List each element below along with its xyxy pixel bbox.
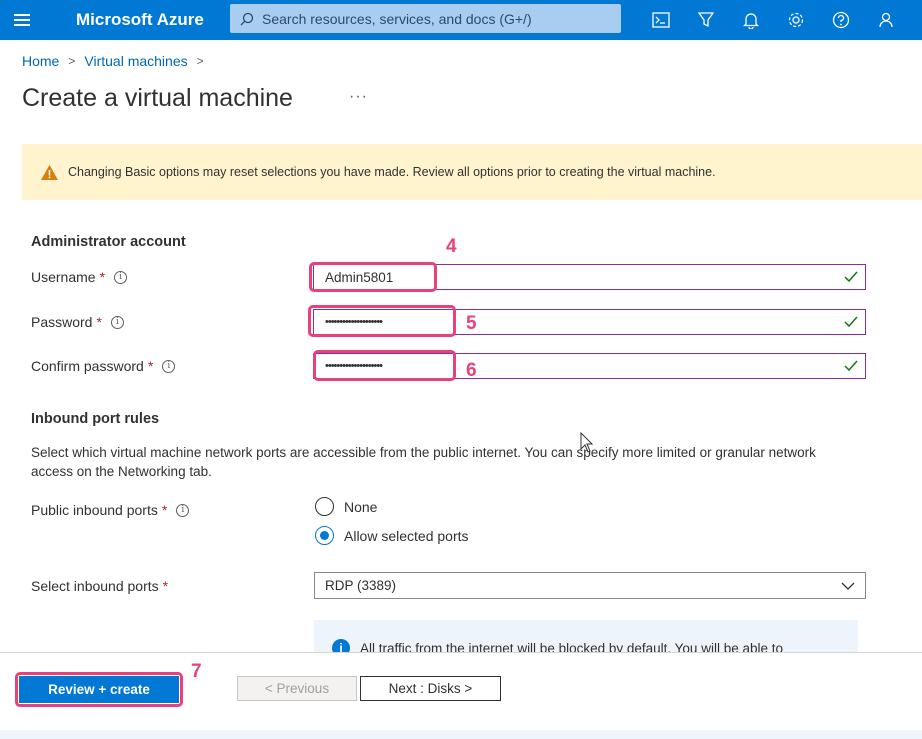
feedback-icon[interactable] [874,8,898,32]
radio-label: Allow selected ports [344,527,469,544]
next-disks-button[interactable]: Next : Disks > [360,676,501,701]
warning-banner: Changing Basic options may reset selecti… [22,144,922,200]
select-inbound-ports-dropdown[interactable]: RDP (3389) [314,572,866,599]
select-inbound-ports-label: Select inbound ports * [31,578,168,594]
directory-filter-icon[interactable] [694,8,718,32]
annotation-highlight-username [309,262,437,292]
previous-button: < Previous [237,676,357,701]
radio-button[interactable] [315,497,334,516]
info-icon[interactable]: i [176,503,190,517]
gear-icon[interactable] [784,8,808,32]
inbound-section-title: Inbound port rules [31,411,160,427]
radio-label: None [344,498,378,515]
annotation-number-4: 4 [446,236,457,257]
required-mark: * [161,502,168,518]
inbound-description: Select which virtual machine network por… [31,445,816,479]
info-icon[interactable]: i [114,270,128,284]
username-label: Username * i [31,269,128,285]
radio-option-none[interactable]: None [315,497,377,516]
page-title: Create a virtual machine [22,84,293,112]
brand-title[interactable]: Microsoft Azure [76,10,204,30]
mouse-cursor-icon [580,432,594,453]
annotation-number-5: 5 [466,313,477,334]
breadcrumb: Home > Virtual machines > [22,53,213,69]
help-icon[interactable] [829,8,853,32]
chevron-down-icon [841,582,855,590]
search-placeholder: Search resources, services, and docs (G+… [262,10,532,27]
warning-icon [41,164,58,180]
annotation-highlight-password [308,305,456,337]
password-label: Password * i [31,314,124,330]
required-mark: * [99,269,106,285]
bell-icon[interactable] [739,8,763,32]
confirm-password-label: Confirm password * i [31,358,176,374]
required-mark: * [162,578,169,594]
public-inbound-ports-label-text: Public inbound ports [31,502,158,518]
chevron-right-icon: > [196,54,204,68]
required-mark: * [147,358,154,374]
annotation-number-7: 7 [191,661,202,682]
admin-section-title: Administrator account [31,234,186,250]
check-icon [844,271,858,283]
confirm-password-label-text: Confirm password [31,358,144,374]
bottom-strip [0,730,922,739]
public-inbound-ports-label: Public inbound ports * i [31,502,190,518]
breadcrumb-virtual-machines[interactable]: Virtual machines [84,53,187,69]
more-options-icon[interactable]: ··· [349,88,368,106]
search-input[interactable]: Search resources, services, and docs (G+… [230,4,621,33]
selected-value: RDP (3389) [325,578,397,593]
annotation-number-6: 6 [466,360,477,381]
info-message: i All traffic from the internet will be … [314,620,858,656]
radio-option-allow-selected[interactable]: Allow selected ports [315,526,469,545]
annotation-highlight-review [15,672,183,707]
password-label-text: Password [31,314,93,330]
required-mark: * [96,314,102,330]
check-icon [844,316,858,328]
select-inbound-ports-label-text: Select inbound ports [31,578,159,594]
top-bar: Microsoft Azure Search resources, servic… [0,0,922,40]
check-icon [844,360,858,372]
radio-button-selected[interactable] [315,526,334,545]
chevron-right-icon: > [68,54,76,68]
annotation-highlight-confirm [313,350,456,381]
cloud-shell-icon[interactable] [649,8,673,32]
menu-icon[interactable] [14,11,36,29]
warning-text: Changing Basic options may reset selecti… [68,165,716,179]
search-icon [240,12,254,25]
username-label-text: Username [31,269,96,285]
info-icon[interactable]: i [110,315,124,329]
info-icon[interactable]: i [162,359,176,373]
breadcrumb-home[interactable]: Home [22,53,59,69]
